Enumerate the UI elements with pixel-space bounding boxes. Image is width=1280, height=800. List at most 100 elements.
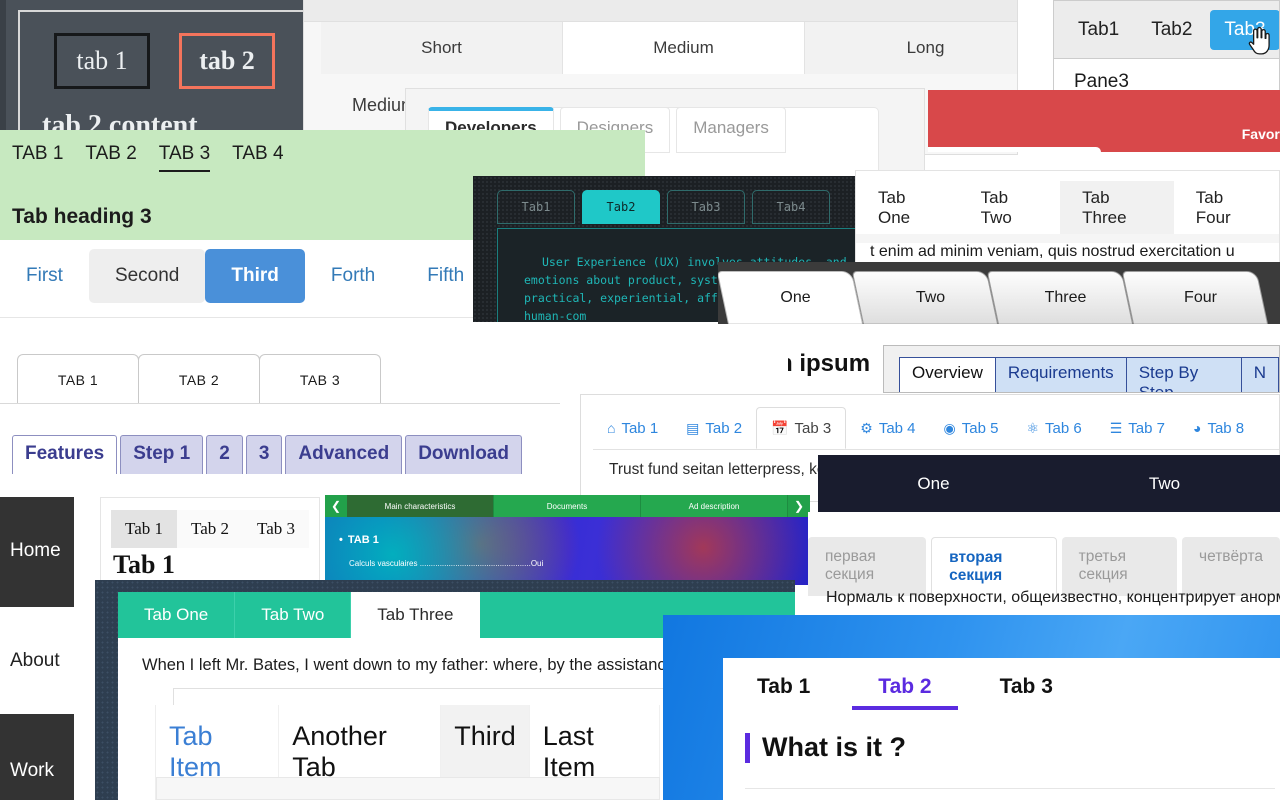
tab-colors[interactable]: Colors [928, 147, 1101, 152]
carousel-panel-row: Calculs vasculaires ....................… [349, 559, 544, 568]
tab-tab-1[interactable]: TAB 1 [12, 143, 63, 172]
tab-tab-2[interactable]: tab 2 [179, 33, 275, 89]
tab-tab-1[interactable]: Tab 1 [111, 510, 177, 548]
tab-tab1[interactable]: Tab1 [497, 190, 575, 224]
tab-tab-four[interactable]: Tab Four [1174, 181, 1279, 234]
tab-two[interactable]: Two [1049, 455, 1280, 512]
tab-first[interactable]: First [0, 249, 89, 303]
tab-two[interactable]: Two [851, 271, 998, 324]
tab-short[interactable]: Short [321, 22, 563, 74]
tab-label: Tab Item [169, 721, 222, 782]
tab-tab-one[interactable]: Tab One [118, 592, 236, 638]
tab-chetvyortaya-sekciya[interactable]: четвёрта [1182, 537, 1280, 596]
tab-tab-1[interactable]: tab 1 [54, 33, 150, 89]
tab-pervaya-sekciya[interactable]: первая секция [808, 537, 927, 596]
red-tabs-panel: Colors Favorites [928, 90, 1280, 152]
tab-tab-3[interactable]: Tab 3 [243, 510, 309, 548]
tab-tab-5[interactable]: ◉ Tab 5 [930, 407, 1013, 449]
tab-medium[interactable]: Medium [563, 22, 805, 74]
tab-label: TAB 3 [299, 371, 341, 388]
tab-step-2[interactable]: 2 [206, 435, 243, 474]
globe-icon: ◉ [943, 419, 956, 436]
tab-tab-1[interactable]: ⌂ Tab 1 [593, 407, 672, 449]
green-tab-heading: Tab heading 3 [12, 205, 152, 228]
tab-main-characteristics[interactable]: Main characteristics [347, 495, 494, 517]
tab-label: 3 [258, 443, 270, 464]
sidebar-item-work[interactable]: Work [0, 717, 74, 800]
tab-long[interactable]: Long [805, 22, 1017, 74]
tab-step-1[interactable]: Step 1 [120, 435, 204, 474]
tab-four[interactable]: Four [1121, 271, 1268, 324]
home-icon: ⌂ [607, 420, 616, 436]
tab-tab-three[interactable]: Tab Three [1060, 181, 1174, 234]
tab-label: вторая секция [949, 549, 1003, 584]
tab-tab4[interactable]: Tab4 [752, 190, 830, 224]
skewed-tabs-panel: One Two Three Four [718, 262, 1280, 324]
tab-requirements[interactable]: Requirements [994, 357, 1127, 392]
tab-tab-2[interactable]: Tab 2 [844, 658, 965, 716]
tab-forth[interactable]: Forth [305, 249, 401, 303]
tab-three[interactable]: Three [986, 271, 1133, 324]
tab-tab1[interactable]: Tab1 [1064, 10, 1133, 50]
tab-advanced[interactable]: Advanced [285, 435, 403, 474]
tab-tab-4[interactable]: TAB 4 [232, 143, 283, 172]
tab-managers[interactable]: Managers [676, 107, 786, 153]
tab-label: Tab1 [521, 200, 551, 214]
tab-next[interactable]: N [1240, 357, 1279, 392]
tab-tab-2[interactable]: ▤ Tab 2 [672, 407, 756, 449]
tab-label: Tab 8 [1207, 419, 1245, 437]
tab-label: Tab One [878, 187, 911, 227]
carousel-panel-title: TAB 1 [339, 534, 379, 546]
sidebar-item-home[interactable]: Home [0, 497, 74, 604]
tab-tab-2[interactable]: TAB 2 [85, 143, 136, 172]
tab-tab-2[interactable]: TAB 2 [138, 354, 260, 403]
tab-label: третья секция [1078, 548, 1128, 583]
tab-tab-2[interactable]: Tab 2 [177, 510, 243, 548]
tab-third[interactable]: Third [205, 249, 305, 303]
tab-tab-4[interactable]: ⚙ Tab 4 [846, 407, 929, 449]
tab-label: Managers [693, 118, 769, 137]
tab-label: Tab Two [980, 187, 1012, 227]
calendar-icon: 📅 [771, 419, 789, 436]
tab-tab-3[interactable]: TAB 3 [158, 143, 211, 172]
tab-tab2[interactable]: Tab2 [582, 190, 660, 224]
tab-tab-1[interactable]: Tab 1 [723, 658, 844, 716]
tab-features[interactable]: Features [12, 435, 118, 474]
chevron-left-icon[interactable]: ❮ [325, 495, 347, 517]
tab-tretya-sekciya[interactable]: третья секция [1061, 537, 1178, 596]
tab-label: Two [1148, 473, 1181, 493]
tab-one[interactable]: One [718, 271, 863, 324]
tab-one[interactable]: One [818, 455, 1049, 512]
tab-tab-1[interactable]: TAB 1 [17, 354, 139, 403]
russian-content-text: Нормаль к поверхности, общеизвестно, кон… [826, 589, 1280, 606]
chevron-right-icon[interactable]: ❯ [788, 495, 810, 517]
tab-tab-three[interactable]: Tab Three [351, 592, 480, 638]
tab-documents[interactable]: Documents [494, 495, 641, 517]
tab-tab-one[interactable]: Tab One [856, 181, 959, 234]
tab-tab-two[interactable]: Tab Two [959, 181, 1061, 234]
tab-tab-3[interactable]: TAB 3 [259, 354, 381, 403]
tab-step-by-step[interactable]: Step By Step [1125, 357, 1242, 392]
tab-tab3[interactable]: Tab3 [1210, 9, 1279, 50]
tab-tab-6[interactable]: ⚛ Tab 6 [1012, 407, 1095, 449]
tab-favorites[interactable]: Favorites [1242, 126, 1280, 142]
tab-tab-3[interactable]: Tab 3 [966, 658, 1087, 716]
tab-label: Ad description [688, 501, 740, 511]
tab-label: TAB 4 [232, 143, 284, 164]
tab-tab3[interactable]: Tab3 [667, 190, 745, 224]
tab-label: tab 2 [199, 46, 255, 75]
tab-tab-two[interactable]: Tab Two [235, 592, 352, 638]
tab-overview[interactable]: Overview [899, 357, 996, 392]
tab-tab-3[interactable]: 📅 Tab 3 [756, 407, 847, 449]
sidebar-item-about[interactable]: About [0, 607, 74, 714]
tab-tab-7[interactable]: ☰ Tab 7 [1096, 407, 1179, 449]
carousel-panel: TAB 1 Calculs vasculaires ..............… [325, 517, 810, 585]
tab-vtoraya-sekciya[interactable]: вторая секция [931, 537, 1057, 596]
tab-second[interactable]: Second [88, 249, 206, 303]
tab-download[interactable]: Download [405, 435, 522, 474]
tab-tab2[interactable]: Tab2 [1137, 10, 1206, 50]
tab-ad-description[interactable]: Ad description [641, 495, 788, 517]
tab-label: Tab 2 [705, 419, 743, 437]
tab-step-3[interactable]: 3 [245, 435, 283, 474]
tab-tab-8[interactable]: ◕ Tab 8 [1179, 407, 1258, 449]
